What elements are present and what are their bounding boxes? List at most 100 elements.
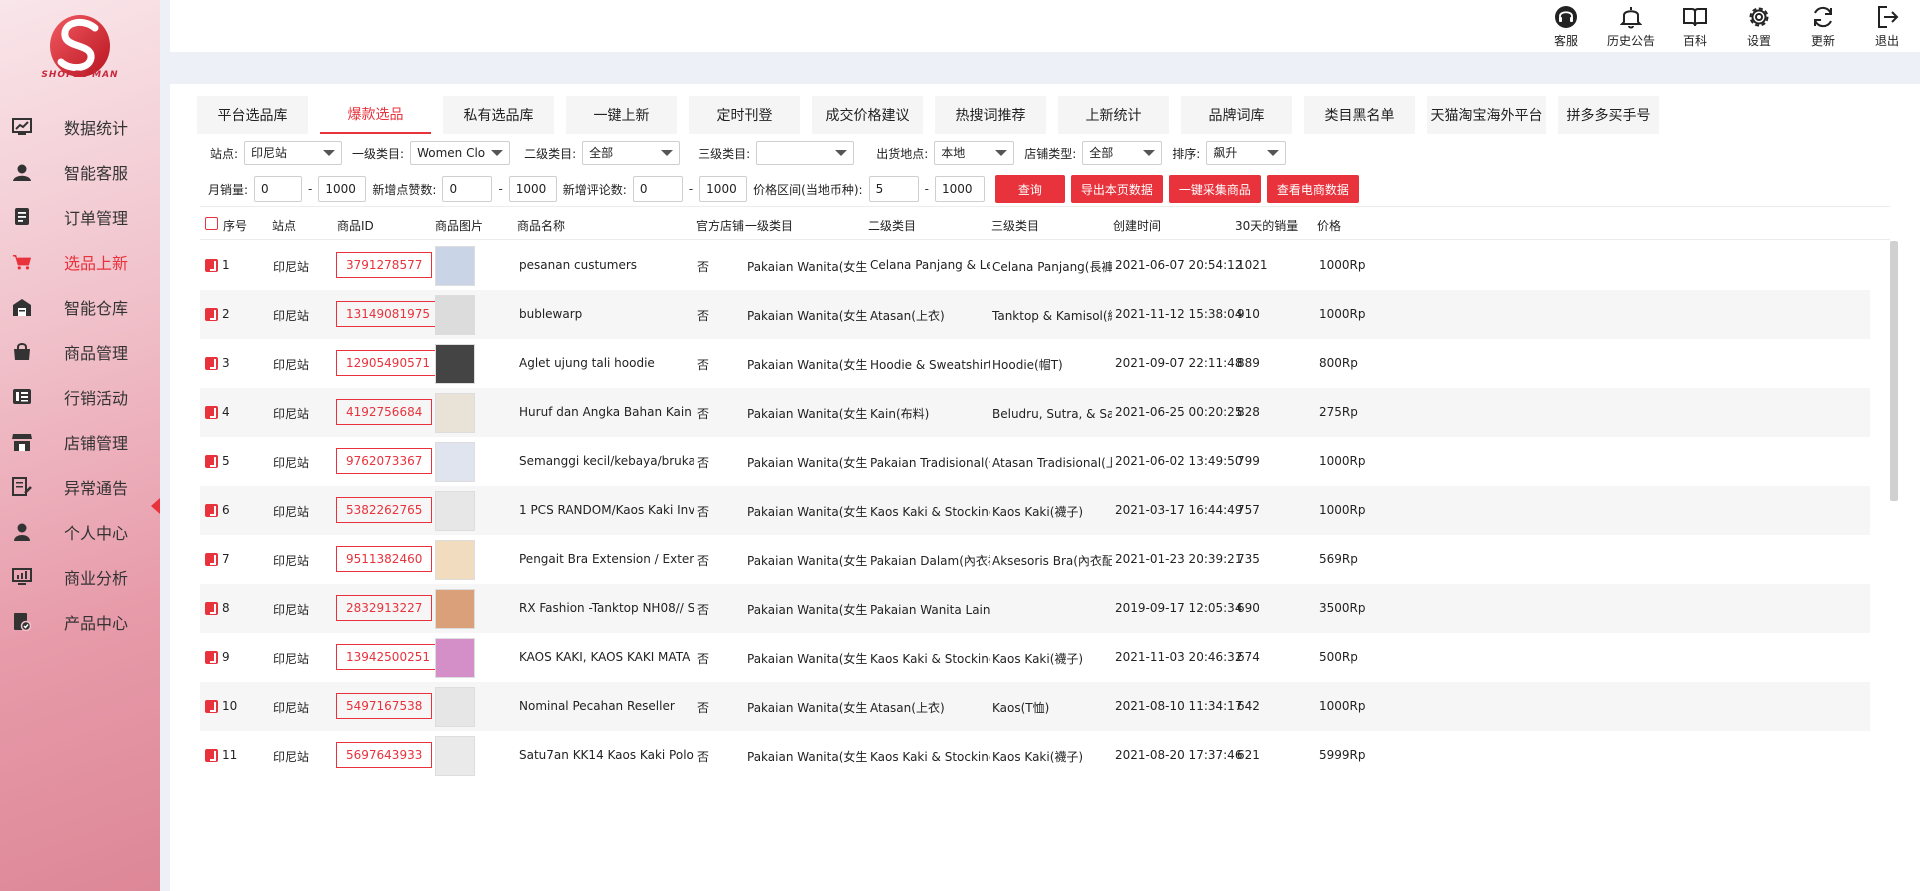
sidebar-item-product-selection[interactable]: 选品上新 — [0, 239, 160, 284]
product-id-link[interactable]: 4192756684 — [336, 399, 433, 425]
product-id-link[interactable]: 13942500251 — [336, 644, 440, 670]
product-thumbnail[interactable] — [435, 589, 475, 629]
select-all-checkbox[interactable] — [205, 217, 218, 230]
product-thumbnail[interactable] — [435, 687, 475, 727]
row-checkbox[interactable] — [205, 308, 218, 321]
reviews-max-input[interactable]: 1000 — [699, 176, 748, 202]
sidebar-item-store[interactable]: 店铺管理 — [0, 419, 160, 464]
bag-icon — [12, 342, 32, 362]
table-row[interactable]: 6 印尼站 5382262765 1 PCS RANDOM/Kaos Kaki Inv… — [200, 486, 1870, 535]
row-checkbox[interactable] — [205, 406, 218, 419]
table-row[interactable]: 2 印尼站 13149081975 bublewarp 否 Pakaian Wanita(… — [200, 290, 1870, 339]
tab-brand-words[interactable]: 品牌词库 — [1181, 96, 1292, 134]
row-checkbox[interactable] — [205, 749, 218, 762]
row-checkbox[interactable] — [205, 602, 218, 615]
sidebar-item-exceptions[interactable]: 异常通告 — [0, 464, 160, 509]
toolbar-customer-service[interactable]: 客服 — [1538, 4, 1594, 49]
table-row[interactable]: 11 印尼站 5697643933 Satu7an KK14 Kaos Kaki Po… — [200, 731, 1870, 780]
table-scrollbar[interactable] — [1890, 241, 1898, 501]
product-id-link[interactable]: 3791278577 — [336, 252, 433, 278]
cell-30day-sales: 690 — [1237, 601, 1260, 615]
product-id-link[interactable]: 2832913227 — [336, 595, 433, 621]
product-thumbnail[interactable] — [435, 736, 475, 776]
reviews-min-input[interactable]: 0 — [632, 176, 683, 202]
table-row[interactable]: 10 印尼站 5497167538 Nominal Pecahan Reseller 否… — [200, 682, 1870, 731]
row-checkbox[interactable] — [205, 455, 218, 468]
tab-hot-selection[interactable]: 爆款选品 — [320, 96, 431, 134]
tab-category-blacklist[interactable]: 类目黑名单 — [1304, 96, 1415, 134]
row-checkbox[interactable] — [205, 700, 218, 713]
tab-tmall-taobao[interactable]: 天猫淘宝海外平台 — [1427, 96, 1546, 134]
sidebar-item-business-analysis[interactable]: 商业分析 — [0, 554, 160, 599]
table-row[interactable]: 4 印尼站 4192756684 Huruf dan Angka Bahan Kain… — [200, 388, 1870, 437]
sort-select[interactable]: 飙升 — [1206, 141, 1287, 165]
product-thumbnail[interactable] — [435, 491, 475, 531]
product-thumbnail[interactable] — [435, 638, 475, 678]
sidebar-item-goods[interactable]: 商品管理 — [0, 329, 160, 374]
sidebar-item-warehouse[interactable]: 智能仓库 — [0, 284, 160, 329]
monthly-sales-max-input[interactable]: 1000 — [318, 176, 367, 202]
ship-select[interactable]: 本地 — [934, 141, 1015, 165]
toolbar-settings[interactable]: 设置 — [1731, 4, 1787, 49]
sidebar-item-profile[interactable]: 个人中心 — [0, 509, 160, 554]
product-thumbnail[interactable] — [435, 344, 475, 384]
table-row[interactable]: 5 印尼站 9762073367 Semanggi kecil/kebaya/bruk… — [200, 437, 1870, 486]
product-id-link[interactable]: 5697643933 — [336, 742, 433, 768]
view-ecommerce-button[interactable]: 查看电商数据 — [1266, 175, 1359, 203]
price-max-input[interactable]: 1000 — [934, 176, 985, 202]
toolbar-update[interactable]: 更新 — [1795, 4, 1851, 49]
product-thumbnail[interactable] — [435, 442, 475, 482]
site-select[interactable]: 印尼站 — [244, 141, 343, 165]
toolbar-logout[interactable]: 退出 — [1859, 4, 1915, 49]
tab-scheduled-listing[interactable]: 定时刊登 — [689, 96, 800, 134]
sidebar-item-orders[interactable]: 订单管理 — [0, 194, 160, 239]
sidebar-item-data-stats[interactable]: 数据统计 — [0, 104, 160, 149]
table-row[interactable]: 9 印尼站 13942500251 KAOS KAKI, KAOS KAKI MATA… — [200, 633, 1870, 682]
row-checkbox[interactable] — [205, 357, 218, 370]
cell-category-1: Pakaian Wanita(女生衣著) — [747, 505, 867, 519]
tab-hot-keywords[interactable]: 热搜词推荐 — [935, 96, 1046, 134]
query-button[interactable]: 查询 — [994, 175, 1065, 203]
tab-platform-library[interactable]: 平台选品库 — [197, 96, 308, 134]
price-min-input[interactable]: 5 — [868, 176, 919, 202]
row-checkbox[interactable] — [205, 504, 218, 517]
product-id-link[interactable]: 13149081975 — [336, 301, 440, 327]
export-page-button[interactable]: 导出本页数据 — [1070, 175, 1163, 203]
product-id-link[interactable]: 9511382460 — [336, 546, 433, 572]
product-thumbnail[interactable] — [435, 393, 475, 433]
tab-price-suggestion[interactable]: 成交价格建议 — [812, 96, 923, 134]
product-id-link[interactable]: 5497167538 — [336, 693, 433, 719]
tab-one-click-listing[interactable]: 一键上新 — [566, 96, 677, 134]
product-id-link[interactable]: 12905490571 — [336, 350, 440, 376]
brand-logo-text: SHOPEE MAN — [41, 70, 119, 80]
product-thumbnail[interactable] — [435, 295, 475, 335]
table-row[interactable]: 8 印尼站 2832913227 RX Fashion -Tanktop NH08//… — [200, 584, 1870, 633]
sidebar-item-marketing[interactable]: 行销活动 — [0, 374, 160, 419]
shoptype-select[interactable]: 全部 — [1082, 141, 1163, 165]
likes-max-input[interactable]: 1000 — [508, 176, 557, 202]
likes-min-input[interactable]: 0 — [442, 176, 493, 202]
product-id-link[interactable]: 9762073367 — [336, 448, 433, 474]
sidebar-item-smart-service[interactable]: 智能客服 — [0, 149, 160, 194]
row-checkbox[interactable] — [205, 651, 218, 664]
tab-pdd-buyer[interactable]: 拼多多买手号 — [1558, 96, 1659, 134]
toolbar-history-notice[interactable]: 历史公告 — [1603, 4, 1659, 49]
table-row[interactable]: 3 印尼站 12905490571 Aglet ujung tali hoodie 否 P… — [200, 339, 1870, 388]
sidebar-collapse-toggle[interactable] — [151, 498, 160, 514]
tab-listing-stats[interactable]: 上新统计 — [1058, 96, 1169, 134]
sidebar-item-product-center[interactable]: 产品中心 — [0, 599, 160, 644]
tab-private-library[interactable]: 私有选品库 — [443, 96, 554, 134]
table-row[interactable]: 7 印尼站 9511382460 Pengait Bra Extension / Ex… — [200, 535, 1870, 584]
product-thumbnail[interactable] — [435, 540, 475, 580]
product-thumbnail[interactable] — [435, 246, 475, 286]
toolbar-wiki[interactable]: 百科 — [1667, 4, 1723, 49]
monthly-sales-min-input[interactable]: 0 — [254, 176, 303, 202]
row-checkbox[interactable] — [205, 553, 218, 566]
cat3-select[interactable] — [756, 141, 855, 165]
row-checkbox[interactable] — [205, 259, 218, 272]
table-row[interactable]: 1 印尼站 3791278577 pesanan custumers 否 Pakaian … — [200, 241, 1870, 290]
product-id-link[interactable]: 5382262765 — [336, 497, 433, 523]
collect-products-button[interactable]: 一键采集商品 — [1168, 175, 1261, 203]
cat2-select[interactable]: 全部 — [582, 141, 681, 165]
cat1-select[interactable]: Women Clo — [410, 141, 511, 165]
